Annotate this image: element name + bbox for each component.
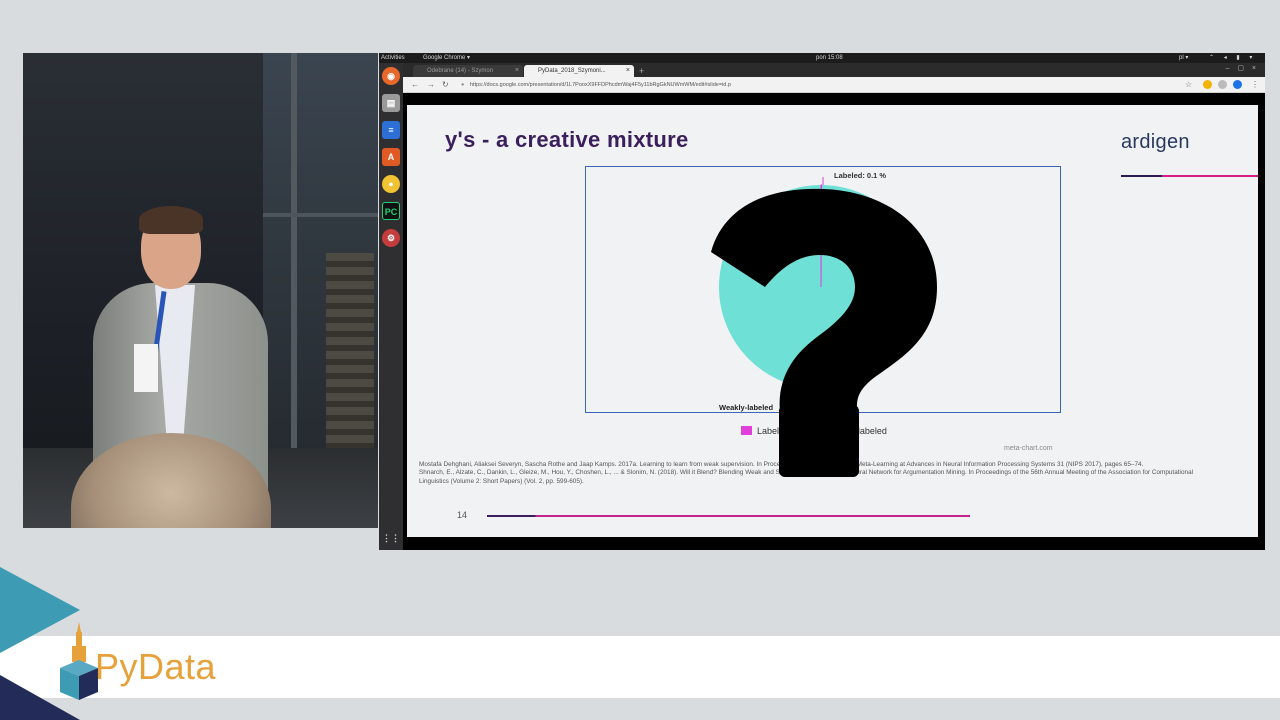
reload-icon[interactable]: ↻	[442, 79, 449, 91]
language-indicator[interactable]: pl ▾	[1179, 53, 1188, 63]
pycharm-icon[interactable]: PC	[382, 202, 400, 220]
brand-divider	[1121, 175, 1258, 177]
menu-icon[interactable]: ⋮	[1251, 79, 1259, 91]
back-arrow-icon[interactable]: ←	[411, 79, 419, 91]
activities-button[interactable]: Activities	[381, 53, 405, 63]
software-center-icon[interactable]: A	[382, 148, 400, 166]
desktop-topbar: Activities Google Chrome ▾ pon 15:08 pl …	[379, 53, 1265, 63]
screen-capture: Activities Google Chrome ▾ pon 15:08 pl …	[379, 53, 1265, 550]
chart-credit: meta-chart.com	[1004, 445, 1053, 452]
speaker-camera-feed	[23, 53, 378, 528]
tab-gmail[interactable]: Odebrane (14) - Szymon ×	[413, 65, 523, 77]
app-menu[interactable]: Google Chrome ▾	[423, 53, 470, 63]
extension-icon[interactable]	[1203, 80, 1212, 89]
background-shelf	[326, 253, 374, 453]
data-label-labeled: Labeled: 0.1 %	[834, 171, 886, 180]
profile-avatar[interactable]	[1233, 80, 1242, 89]
slide-footer-line	[487, 515, 970, 517]
brand-logo: ardigen	[1121, 131, 1190, 153]
slide-title: y's - a creative mixture	[445, 127, 689, 152]
star-icon[interactable]: ☆	[1185, 79, 1192, 91]
pydata-logo-text: PyData	[95, 646, 217, 687]
chrome-icon[interactable]: ●	[382, 175, 400, 193]
tab-slides[interactable]: PyData_2018_Szymoni... ×	[524, 65, 634, 77]
new-tab-button[interactable]: +	[639, 65, 644, 77]
close-icon[interactable]: ×	[515, 65, 519, 77]
browser-toolbar: ← → ↻ ● https://docs.google.com/presenta…	[403, 77, 1265, 93]
clock[interactable]: pon 15:08	[816, 53, 843, 63]
speaker-hair	[139, 206, 203, 234]
speaker-badge	[134, 344, 158, 392]
pydata-tower-logo	[60, 622, 98, 700]
address-bar[interactable]: ● https://docs.google.com/presentation/d…	[460, 80, 1170, 90]
lock-icon: ●	[461, 82, 465, 88]
extension-icon[interactable]	[1218, 80, 1227, 89]
ubuntu-dock: ◉ ▤ ≡ A ● PC ⚙ ⋮⋮	[379, 63, 403, 550]
files-icon[interactable]: ▤	[382, 94, 400, 112]
browser-tab-strip: Odebrane (14) - Szymon × PyData_2018_Szy…	[403, 63, 1265, 77]
system-tray-icons[interactable]: ⌃ ◂ ▮ ▾	[1209, 53, 1256, 63]
app-grid-icon[interactable]: ⋮⋮	[382, 529, 400, 547]
slide-page-number: 14	[457, 510, 468, 520]
forward-arrow-icon[interactable]: →	[427, 79, 435, 91]
writer-icon[interactable]: ≡	[382, 121, 400, 139]
presentation-slide: y's - a creative mixture ardigen Labeled…	[407, 105, 1258, 537]
close-icon[interactable]: ×	[626, 65, 630, 77]
settings-icon[interactable]: ⚙	[382, 229, 400, 247]
question-mark-icon	[711, 188, 937, 477]
window-controls[interactable]: – ▢ ×	[1226, 64, 1259, 72]
firefox-icon[interactable]: ◉	[382, 67, 400, 85]
